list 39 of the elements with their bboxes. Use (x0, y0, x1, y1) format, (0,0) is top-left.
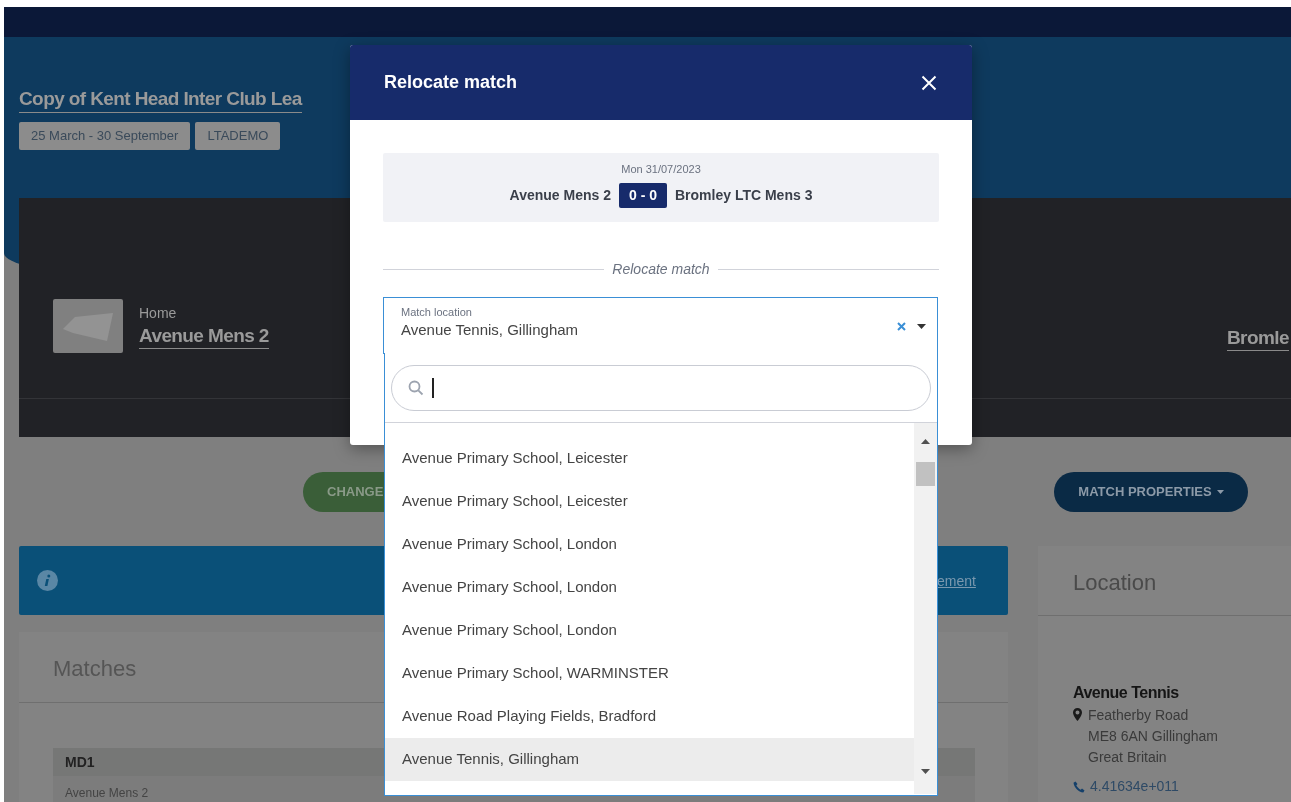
score-badge: 0 - 0 (618, 182, 667, 208)
section-label: Relocate match (612, 260, 710, 279)
location-option[interactable]: Avenue Tennis, Gillingham (385, 738, 914, 781)
scroll-down-icon[interactable] (921, 769, 930, 774)
tournament-title[interactable]: Copy of Kent Head Inter Club Lea (19, 86, 302, 113)
map-pin-icon (1073, 708, 1082, 721)
close-button[interactable] (920, 73, 938, 92)
scroll-up-icon[interactable] (921, 439, 930, 444)
away-team: Bromley LTC Mens 3 (675, 185, 813, 205)
scroll-thumb[interactable] (916, 462, 935, 486)
close-icon (921, 74, 937, 91)
match-properties-button[interactable]: MATCH PROPERTIES (1054, 472, 1248, 512)
caret-icon[interactable] (917, 324, 926, 329)
table-cell: Avenue Mens 2 (65, 786, 149, 800)
dialog-title: Relocate match (384, 71, 518, 94)
field-label: Match location (401, 305, 473, 319)
scrollbar[interactable] (914, 423, 937, 794)
home-team: Avenue Mens 2 (509, 185, 611, 205)
address-line: Great Britain (1088, 748, 1168, 767)
field-value: Avenue Tennis, Gillingham (401, 320, 579, 340)
location-heading: Location (1073, 570, 1157, 595)
club-logo-icon (53, 299, 123, 353)
phone-icon (1073, 780, 1085, 793)
tag: LTADEMO (195, 122, 281, 150)
text-cursor-icon (432, 378, 434, 398)
address-line: Featherby Road (1088, 706, 1190, 725)
address-line: ME8 6AN Gillingham (1088, 727, 1218, 746)
info-icon (37, 570, 58, 591)
match-date: Mon 31/07/2023 (621, 162, 701, 177)
search-icon (408, 380, 424, 396)
location-select[interactable]: Match location Avenue Tennis, Gillingham (383, 297, 938, 354)
clear-icon[interactable] (897, 322, 906, 331)
tag: 25 March - 30 September (19, 122, 191, 150)
group-label: MD1 (65, 752, 95, 772)
caret-icon (1216, 490, 1224, 494)
home-team-link[interactable]: Avenue Mens 2 (139, 324, 269, 349)
away-team-link[interactable]: Bromle (1227, 326, 1289, 351)
venue-name: Avenue Tennis (1073, 683, 1180, 703)
home-label: Home (139, 304, 178, 323)
